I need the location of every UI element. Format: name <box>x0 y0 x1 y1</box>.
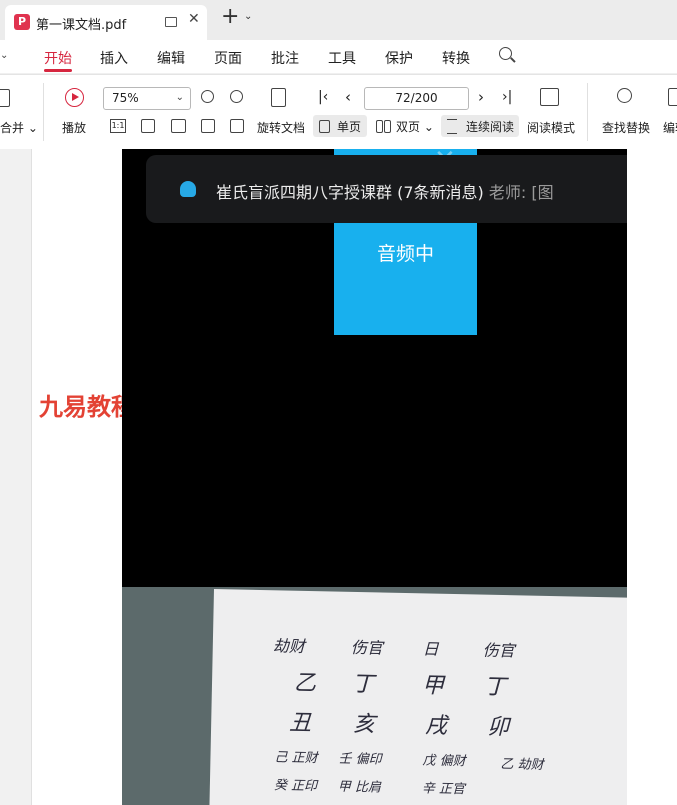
notification-sender: 老师: [图 <box>488 183 554 202</box>
note-text: 亥 <box>352 711 376 738</box>
pdf-logo-icon: P <box>14 14 30 30</box>
ribbon-menu: ⌄ 开始 插入 编辑 页面 批注 工具 保护 转换 <box>0 40 677 73</box>
note-text: 丁 <box>351 671 375 698</box>
note-text: 戊 偏财 <box>422 753 466 770</box>
menu-annotate[interactable]: 批注 <box>271 48 299 68</box>
note-text: 日 <box>422 639 440 659</box>
audio-status: 音频中 <box>376 243 434 265</box>
watermark-text: 九易教程 <box>39 393 135 421</box>
prev-page-icon[interactable]: ‹ <box>345 88 351 106</box>
menu-start[interactable]: 开始 <box>44 48 72 68</box>
notification-text: 崔氏盲派四期八字授课群 (7条新消息) 老师: [图 <box>216 179 554 203</box>
single-page-button[interactable]: 单页 <box>313 115 367 137</box>
actual-size-icon[interactable]: 1:1 <box>110 119 126 133</box>
rotate-right-icon[interactable] <box>230 119 244 133</box>
find-icon[interactable] <box>617 88 632 103</box>
tab-bar: P 第一课文档.pdf ✕ + ⌄ <box>0 0 677 40</box>
continuous-read-label: 连续阅读 <box>466 120 515 134</box>
document-tab[interactable]: P 第一课文档.pdf ✕ <box>5 5 207 40</box>
note-text: 癸 正印 <box>273 778 318 795</box>
merge-label: 合并 <box>0 121 25 135</box>
monitor-icon[interactable] <box>165 17 177 27</box>
single-page-label: 单页 <box>337 120 362 134</box>
note-text: 丁 <box>483 674 507 701</box>
note-text: 伤官 <box>482 640 515 661</box>
edit-icon[interactable] <box>668 88 677 106</box>
note-text: 劫财 <box>272 636 306 656</box>
menu-page[interactable]: 页面 <box>214 48 242 68</box>
menu-insert[interactable]: 插入 <box>100 48 128 68</box>
play-button[interactable]: 播放 <box>62 119 86 136</box>
double-page-label: 双页 <box>396 120 421 134</box>
new-tab-icon[interactable]: + <box>221 6 239 28</box>
merge-icon[interactable] <box>0 89 10 107</box>
rotate-left-icon[interactable] <box>201 119 215 133</box>
book-icon[interactable] <box>540 88 559 106</box>
note-text: 戌 <box>424 713 448 739</box>
continuous-read-icon <box>447 119 457 134</box>
play-icon[interactable] <box>65 88 84 107</box>
page-number-value: 72/200 <box>395 91 438 105</box>
find-replace-button[interactable]: 查找替换 <box>602 119 650 136</box>
close-tab-icon[interactable]: ✕ <box>188 11 200 27</box>
notification-group: 崔氏盲派四期八字授课群 (7条新消息) <box>216 183 484 202</box>
zoom-value: 75% <box>112 91 139 105</box>
note-text: 卯 <box>486 714 510 741</box>
menu-edit[interactable]: 编辑 <box>157 48 185 68</box>
note-text: 甲 <box>421 673 445 699</box>
page-image: ✕ 音频中 崔氏盲派四期八字授课群 (7条新消息) 老师: [图 劫财 伤官 日… <box>122 149 627 805</box>
note-text: 伤官 <box>350 637 384 658</box>
chevron-down-icon: ⌄ <box>175 92 184 103</box>
rotate-document-button[interactable]: 旋转文档 <box>257 119 305 136</box>
first-page-icon[interactable]: |‹ <box>318 89 328 105</box>
read-mode-button[interactable]: 阅读模式 <box>527 119 575 136</box>
edit-button[interactable]: 编辑 <box>663 119 677 136</box>
chevron-down-icon[interactable]: ⌄ <box>244 11 252 22</box>
note-text: 丑 <box>288 710 312 737</box>
search-icon[interactable] <box>499 47 512 60</box>
note-text: 己 正财 <box>274 750 318 767</box>
chevron-down-icon[interactable]: ⌄ <box>0 50 8 61</box>
continuous-read-button[interactable]: 连续阅读 <box>441 115 519 137</box>
merge-button[interactable]: 合并 ⌄ <box>0 119 38 136</box>
last-page-icon[interactable]: ›| <box>502 89 512 105</box>
zoom-select[interactable]: 75% ⌄ <box>103 87 191 110</box>
single-page-icon <box>319 120 330 133</box>
separator <box>43 83 44 141</box>
double-page-button[interactable]: 双页 ⌄ <box>396 118 434 135</box>
next-page-icon[interactable]: › <box>478 88 484 106</box>
note-text: 乙 <box>293 670 317 697</box>
fit-width-icon[interactable] <box>171 119 186 133</box>
menu-convert[interactable]: 转换 <box>442 48 470 68</box>
zoom-in-icon[interactable] <box>230 90 243 103</box>
double-page-icon <box>376 120 383 133</box>
page-margin: 九易教程 <box>31 149 135 805</box>
double-page-icon-right <box>384 120 391 133</box>
fit-page-icon[interactable] <box>141 119 155 133</box>
rotate-document-icon[interactable] <box>271 88 286 107</box>
note-text: 甲 比肩 <box>337 779 382 796</box>
document-view[interactable]: 九易教程 ✕ 音频中 崔氏盲派四期八字授课群 (7条新消息) 老师: [图 劫财… <box>0 149 677 805</box>
separator <box>587 83 588 141</box>
notification-banner: 崔氏盲派四期八字授课群 (7条新消息) 老师: [图 <box>146 155 627 223</box>
tab-title: 第一课文档.pdf <box>36 18 127 33</box>
menu-protect[interactable]: 保护 <box>385 48 413 68</box>
zoom-out-icon[interactable] <box>201 90 214 103</box>
toolbar: 合并 ⌄ 播放 75% ⌄ 1:1 旋转文档 |‹ ‹ 72/200 › ›| … <box>0 74 677 150</box>
note-text: 乙 劫财 <box>500 757 544 773</box>
handwritten-paper: 劫财 伤官 日 伤官 乙 丁 甲 丁 丑 亥 戌 卯 己 正财 壬 偏印 戊 偏… <box>209 589 627 805</box>
note-text: 辛 正官 <box>421 781 466 798</box>
page-margin <box>627 149 677 805</box>
page-number-input[interactable]: 72/200 <box>364 87 469 110</box>
qq-penguin-icon <box>180 181 196 197</box>
note-text: 壬 偏印 <box>338 751 382 768</box>
active-tab-indicator <box>44 69 72 72</box>
menu-tools[interactable]: 工具 <box>328 48 356 68</box>
